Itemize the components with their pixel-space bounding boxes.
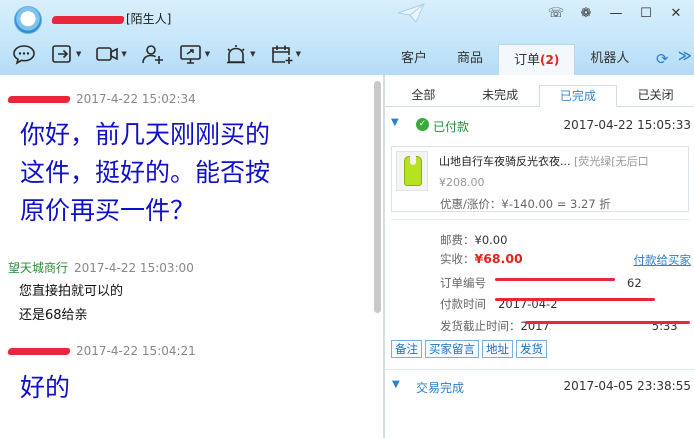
chat-scrollbar[interactable] xyxy=(374,81,381,313)
calendar-plus-button[interactable]: ▼ xyxy=(270,42,301,66)
message-text: 你好，前几天刚刚买的 这件，挺好的。能否按 原价再买一件？ xyxy=(20,120,271,225)
window-controls: ☏ ❁ — ☐ ✕ xyxy=(544,2,688,24)
order-status: 已付款 xyxy=(433,120,470,134)
window-title: [陌生人] xyxy=(51,10,171,27)
avatar[interactable] xyxy=(14,6,42,34)
divider xyxy=(391,219,689,220)
chat-history: 2017-4-22 15:02:34 你好，前几天刚刚买的 这件，挺好的。能否按… xyxy=(0,75,384,438)
tab-robot[interactable]: 机器人 xyxy=(575,44,644,75)
video-button[interactable]: ▼ xyxy=(95,42,127,66)
pay-buyer-link[interactable]: 付款给买家 xyxy=(634,252,692,268)
tab-order[interactable]: 订单(2) xyxy=(498,44,576,75)
paper-plane-icon xyxy=(397,3,425,23)
buyer-message-button[interactable]: 买家留言 xyxy=(425,340,479,358)
redaction-mark xyxy=(495,298,655,301)
tab-product[interactable]: 商品 xyxy=(442,44,498,75)
title-bar: [陌生人] ☏ ❁ — ☐ ✕ ▼ ▼ ▼ ▼ ▼ 客户 商品 订单(2) 机器… xyxy=(0,0,694,75)
sender-name[interactable]: 望天城商行 xyxy=(8,261,68,275)
ship-button[interactable]: 发货 xyxy=(516,340,547,358)
postage-row: 邮费：¥0.00 xyxy=(440,233,508,247)
chevron-down-icon[interactable]: ▼ xyxy=(391,117,399,128)
message-header: 2017-4-22 15:02:34 xyxy=(7,92,196,106)
close-icon[interactable]: ✕ xyxy=(664,2,688,24)
chat-bubble-button[interactable] xyxy=(12,42,36,66)
product-price: ¥208.00 xyxy=(439,176,485,189)
message-header: 2017-4-22 15:04:21 xyxy=(7,344,196,358)
transfer-icon xyxy=(52,45,71,63)
minimize-icon[interactable]: — xyxy=(604,2,628,24)
message-text: 您直接拍就可以的 还是68给亲 xyxy=(19,284,124,323)
message-header: 望天城商行 2017-4-22 15:03:00 xyxy=(8,261,194,275)
share-screen-button[interactable]: ▼ xyxy=(179,42,210,66)
redacted-sender-name xyxy=(7,348,71,355)
address-button[interactable]: 地址 xyxy=(482,340,513,358)
redaction-mark xyxy=(525,321,690,324)
chevron-down-icon: ▼ xyxy=(250,50,256,58)
message-text: 好的 xyxy=(20,373,71,402)
video-icon xyxy=(96,47,119,61)
order-count-badge: (2) xyxy=(540,53,560,67)
order-time: 2017-04-22 15:05:33 xyxy=(563,118,691,132)
redacted-name xyxy=(51,15,125,24)
received-row: 实收：¥68.00 xyxy=(440,251,523,266)
discount-info: 优惠/涨价：¥-140.00 = 3.27 折 xyxy=(440,197,611,211)
tab-closed[interactable]: 已关闭 xyxy=(617,85,694,106)
phone-icon[interactable]: ☏ xyxy=(544,2,568,24)
chat-bubble-icon xyxy=(13,45,35,65)
redaction-mark xyxy=(495,278,615,281)
refresh-icon[interactable]: ⟳ xyxy=(656,50,669,68)
chevron-down-icon: ▼ xyxy=(295,50,301,58)
tab-incomplete[interactable]: 未完成 xyxy=(462,85,539,106)
note-button[interactable]: 备注 xyxy=(391,340,422,358)
tab-completed[interactable]: 已完成 xyxy=(538,85,618,107)
side-panel-tabs: 客户 商品 订单(2) 机器人 xyxy=(386,44,644,75)
order-filter-tabs: 全部 未完成 已完成 已关闭 xyxy=(385,85,694,107)
order-time: 2017-04-05 23:38:55 xyxy=(563,379,691,393)
redacted-sender-name xyxy=(7,96,71,103)
vest-image xyxy=(404,156,422,186)
calendar-plus-icon xyxy=(271,45,293,64)
alarm-icon xyxy=(227,45,246,64)
order-status: 交易完成 xyxy=(416,381,465,395)
order-header[interactable]: ▼ 交易完成 2017-04-05 23:38:55 xyxy=(385,369,694,399)
skin-icon[interactable]: ❁ xyxy=(574,2,598,24)
add-contact-icon xyxy=(141,45,163,64)
orders-panel: 全部 未完成 已完成 已关闭 ▼ ✓ 已付款 2017-04-22 15:05:… xyxy=(385,75,694,438)
chevron-down-icon: ▼ xyxy=(204,50,211,58)
maximize-icon[interactable]: ☐ xyxy=(634,2,658,24)
alarm-button[interactable]: ▼ xyxy=(224,42,256,66)
tab-customer[interactable]: 客户 xyxy=(386,44,442,75)
more-icon[interactable]: ≫ xyxy=(678,49,692,64)
check-icon: ✓ xyxy=(416,118,429,131)
order-actions: 备注 买家留言 地址 发货 xyxy=(391,340,547,358)
order-header[interactable]: ▼ ✓ 已付款 2017-04-22 15:05:33 xyxy=(385,115,694,137)
chevron-down-icon[interactable]: ▼ xyxy=(392,379,400,390)
product-title[interactable]: 山地自行车夜骑反光衣夜... [荧光绿[无后口 xyxy=(439,153,687,169)
chevron-down-icon: ▼ xyxy=(121,50,127,58)
tab-all[interactable]: 全部 xyxy=(385,85,462,106)
product-thumbnail[interactable] xyxy=(396,151,428,191)
share-screen-icon xyxy=(179,45,201,64)
chat-toolbar: ▼ ▼ ▼ ▼ ▼ xyxy=(12,42,301,66)
add-contact-button[interactable] xyxy=(141,42,165,66)
chevron-down-icon: ▼ xyxy=(76,50,82,58)
transfer-button[interactable]: ▼ xyxy=(50,42,81,66)
